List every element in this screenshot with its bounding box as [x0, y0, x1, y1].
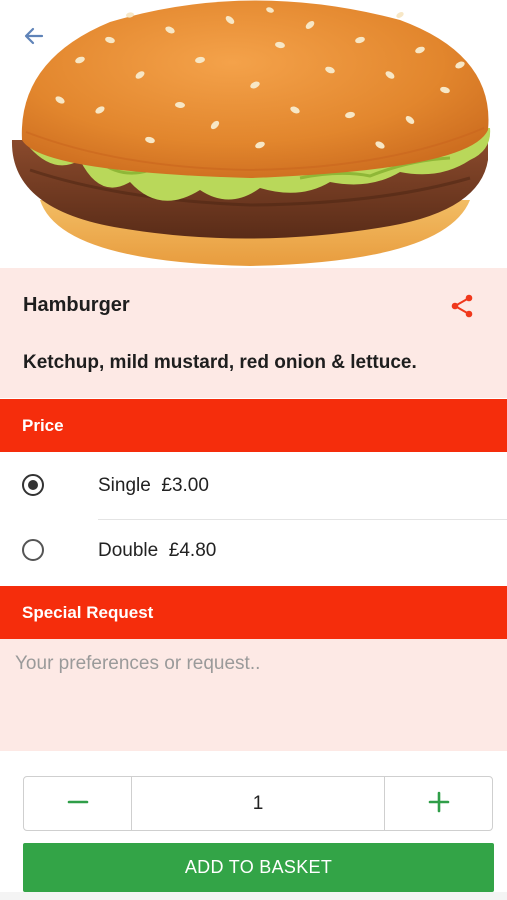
add-to-basket-button[interactable]: ADD TO BASKET	[23, 843, 494, 892]
price-option-label: Double £4.80	[98, 540, 217, 561]
arrow-left-icon	[22, 24, 46, 53]
quantity-value: 1	[131, 777, 385, 830]
bottom-strip	[0, 892, 507, 900]
increment-button[interactable]	[385, 777, 492, 830]
minus-icon	[67, 787, 89, 821]
price-option-double[interactable]: Double £4.80	[0, 520, 507, 585]
decrement-button[interactable]	[24, 777, 131, 830]
plus-icon	[428, 787, 450, 821]
quantity-stepper: 1	[23, 776, 493, 831]
price-option-single[interactable]: Single £3.00	[0, 455, 507, 520]
special-request-header: Special Request	[0, 586, 507, 639]
back-button[interactable]	[16, 20, 52, 56]
price-option-label: Single £3.00	[98, 475, 209, 496]
price-section-header: Price	[0, 399, 507, 452]
item-info-panel	[0, 268, 507, 398]
hero-image	[0, 0, 507, 268]
share-button[interactable]	[446, 292, 478, 324]
radio-unselected[interactable]	[22, 539, 44, 561]
item-description: Ketchup, mild mustard, red onion & lettu…	[23, 352, 417, 373]
item-name: Hamburger	[23, 294, 130, 316]
hamburger-image	[11, 0, 491, 266]
radio-selected[interactable]	[22, 474, 44, 496]
special-request-input[interactable]	[0, 639, 507, 751]
share-icon	[449, 293, 475, 324]
